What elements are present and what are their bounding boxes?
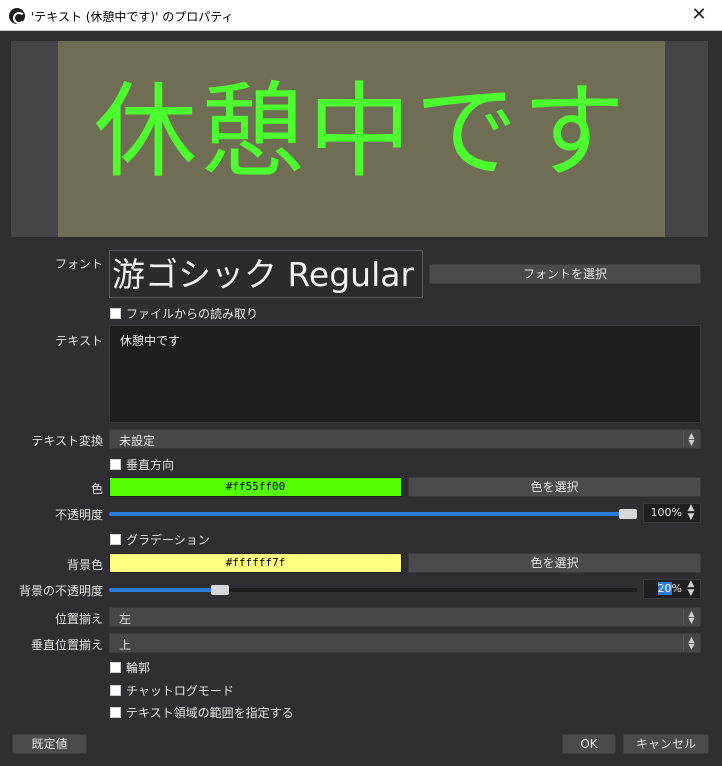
spin-arrows-icon[interactable]: ▲ ▼	[683, 580, 699, 598]
bg-opacity-slider[interactable]	[109, 580, 637, 600]
slider-fill	[109, 588, 220, 592]
slider-fill	[109, 512, 628, 516]
spin-arrows-icon[interactable]: ▲ ▼	[683, 504, 699, 522]
extents-checkbox[interactable]: テキスト領域の範囲を指定する	[110, 704, 294, 720]
valign-label: 垂直位置揃え	[30, 638, 103, 652]
slider-handle[interactable]	[211, 585, 229, 595]
window-title: 'テキスト (休憩中です)' のプロパティ	[31, 10, 234, 24]
checkbox-box[interactable]	[110, 662, 121, 673]
bg-opacity-value: 20%	[657, 582, 682, 595]
valign-value: 上	[119, 638, 132, 652]
bg-color-label: 背景色	[66, 558, 103, 572]
gradient-label: グラデーション	[126, 533, 210, 547]
chatlog-checkbox[interactable]: チャットログモード	[110, 682, 234, 698]
checkbox-box[interactable]	[110, 459, 121, 470]
opacity-value: 100%	[650, 506, 682, 519]
read-from-file-checkbox[interactable]: ファイルからの読み取り	[110, 305, 258, 321]
bg-color-select-button[interactable]: 色を選択	[408, 553, 701, 573]
font-name: 游ゴシック Regular	[112, 255, 415, 294]
color-label: 色	[90, 482, 103, 496]
chatlog-label: チャットログモード	[126, 684, 234, 698]
source-preview: 休憩中です	[11, 41, 708, 237]
transform-label: テキスト変換	[31, 434, 103, 448]
align-label: 位置揃え	[54, 612, 103, 626]
font-label: フォント	[54, 257, 103, 271]
opacity-spinbox[interactable]: 100% ▲ ▼	[643, 503, 701, 523]
align-select[interactable]: 左 ▲ ▼	[109, 607, 701, 627]
slider-handle[interactable]	[619, 509, 637, 519]
gradient-checkbox[interactable]: グラデーション	[110, 531, 210, 547]
text-label: テキスト	[55, 334, 103, 348]
font-display: 游ゴシック Regular	[109, 250, 423, 298]
opacity-label: 不透明度	[54, 508, 103, 522]
cancel-button[interactable]: キャンセル	[623, 734, 709, 754]
preview-canvas: 休憩中です	[58, 41, 665, 237]
chevron-updown-icon: ▲ ▼	[683, 609, 699, 625]
extents-label: テキスト領域の範囲を指定する	[126, 706, 294, 720]
outline-label: 輪郭	[126, 661, 151, 675]
checkbox-box[interactable]	[110, 685, 121, 696]
defaults-button[interactable]: 既定値	[12, 734, 87, 754]
bg-opacity-spinbox[interactable]: 20% ▲ ▼	[643, 579, 701, 599]
valign-select[interactable]: 上 ▲ ▼	[109, 633, 701, 653]
outline-checkbox[interactable]: 輪郭	[110, 659, 150, 675]
transform-select[interactable]: 未設定 ▲ ▼	[109, 429, 701, 449]
vertical-label: 垂直方向	[126, 458, 175, 472]
select-font-button[interactable]: フォントを選択	[429, 264, 701, 284]
text-input[interactable]: 休憩中です	[109, 325, 701, 423]
checkbox-box[interactable]	[110, 308, 121, 319]
vertical-checkbox[interactable]: 垂直方向	[110, 456, 174, 472]
checkbox-box[interactable]	[110, 707, 121, 718]
read-from-file-label: ファイルからの読み取り	[126, 307, 259, 321]
obs-logo-icon	[9, 8, 25, 24]
ok-button[interactable]: OK	[562, 734, 616, 754]
title-bar: 'テキスト (休憩中です)' のプロパティ ✕	[0, 0, 722, 31]
color-select-button[interactable]: 色を選択	[408, 477, 701, 497]
bg-opacity-label: 背景の不透明度	[18, 584, 103, 598]
close-icon[interactable]: ✕	[676, 0, 722, 30]
chevron-updown-icon: ▲ ▼	[683, 431, 699, 447]
align-value: 左	[119, 612, 132, 626]
transform-value: 未設定	[119, 434, 156, 448]
bg-color-swatch: #ffffff7f	[109, 553, 402, 573]
value-suffix: %	[671, 582, 682, 595]
chevron-updown-icon: ▲ ▼	[683, 635, 699, 651]
checkbox-box[interactable]	[110, 534, 121, 545]
color-swatch: #ff55ff00	[109, 477, 402, 497]
selected-value: 20	[657, 582, 672, 595]
opacity-slider[interactable]	[109, 504, 637, 524]
preview-text: 休憩中です	[94, 72, 629, 192]
